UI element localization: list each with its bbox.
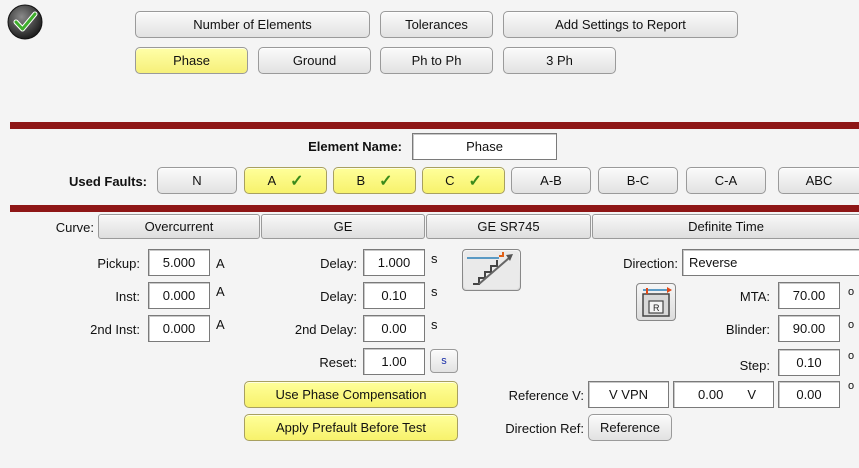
tab-phase[interactable]: Phase xyxy=(135,47,248,74)
second-delay-label: 2nd Delay: xyxy=(294,322,357,337)
inst-label: Inst: xyxy=(115,289,140,304)
fault-button-abc[interactable]: ABC xyxy=(778,167,859,194)
reset-label: Reset: xyxy=(319,355,357,370)
direction-relay-icon[interactable]: R xyxy=(636,283,676,321)
fault-button-c[interactable]: C ✓ xyxy=(422,167,505,194)
tab-3-ph[interactable]: 3 Ph xyxy=(503,47,616,74)
step-field[interactable]: 0.10 xyxy=(778,349,840,376)
reset-unit-button[interactable]: s xyxy=(430,349,458,373)
pickup-field[interactable]: 5.000 xyxy=(148,249,210,276)
fault-button-a[interactable]: A ✓ xyxy=(244,167,327,194)
reference-magnitude-unit: V xyxy=(747,387,756,402)
add-settings-to-report-button[interactable]: Add Settings to Report xyxy=(503,11,738,38)
checkmark-icon: ✓ xyxy=(468,172,482,190)
staircase-curve-icon[interactable] xyxy=(462,249,521,291)
element-name-label: Element Name: xyxy=(308,139,402,154)
inst-field[interactable]: 0.000 xyxy=(148,282,210,309)
direction-select[interactable]: Reverse xyxy=(682,249,859,276)
fault-label: C-A xyxy=(714,173,738,188)
step-label: Step: xyxy=(739,358,770,373)
step-unit-icon: o xyxy=(848,350,855,362)
reference-magnitude-field[interactable]: 0.00 V xyxy=(673,381,774,408)
fault-label: A xyxy=(267,173,277,188)
fault-label: B-C xyxy=(626,173,650,188)
reset-field[interactable]: 1.00 xyxy=(363,348,425,375)
reference-source-field[interactable]: V VPN xyxy=(588,381,669,408)
tolerances-button[interactable]: Tolerances xyxy=(380,11,493,38)
curve-label: Curve: xyxy=(55,220,94,235)
direction-value: Reverse xyxy=(689,255,738,270)
apply-prefault-button[interactable]: Apply Prefault Before Test xyxy=(244,414,458,441)
mta-label: MTA: xyxy=(739,289,770,304)
delay1-field[interactable]: 1.000 xyxy=(363,249,425,276)
fault-label: A-B xyxy=(540,173,562,188)
svg-text:R: R xyxy=(653,303,660,313)
direction-label: Direction: xyxy=(623,256,678,271)
delay1-unit: s xyxy=(431,251,438,266)
second-delay-unit: s xyxy=(431,317,438,332)
fault-button-b-c[interactable]: B-C xyxy=(598,167,678,194)
fault-label: B xyxy=(356,173,366,188)
blinder-field[interactable]: 90.00 xyxy=(778,315,840,342)
inst2-unit: A xyxy=(216,317,225,332)
curve-type-button[interactable]: Overcurrent xyxy=(98,214,260,239)
tab-ground[interactable]: Ground xyxy=(258,47,371,74)
curve-manufacturer-button[interactable]: GE xyxy=(261,214,425,239)
curve-model-button[interactable]: GE SR745 xyxy=(426,214,591,239)
fault-button-b[interactable]: B ✓ xyxy=(333,167,416,194)
number-of-elements-button[interactable]: Number of Elements xyxy=(135,11,370,38)
section-divider xyxy=(10,122,859,129)
reference-v-label: Reference V: xyxy=(508,388,584,403)
blinder-unit-icon: o xyxy=(848,319,855,331)
tab-ph-to-ph[interactable]: Ph to Ph xyxy=(380,47,493,74)
fault-button-c-a[interactable]: C-A xyxy=(686,167,766,194)
inst2-label: 2nd Inst: xyxy=(90,322,140,337)
mta-unit-icon: o xyxy=(848,286,855,298)
inst-unit: A xyxy=(216,284,225,299)
reference-angle-field[interactable]: 0.00 xyxy=(778,381,840,408)
pickup-unit: A xyxy=(216,256,225,271)
reference-angle-unit-icon: o xyxy=(848,380,855,392)
delay2-field[interactable]: 0.10 xyxy=(363,282,425,309)
delay2-unit: s xyxy=(431,284,438,299)
checkmark-icon: ✓ xyxy=(379,172,393,190)
used-faults-label: Used Faults: xyxy=(68,174,147,189)
reference-magnitude-value: 0.00 xyxy=(698,387,724,402)
checkmark-circle-icon xyxy=(7,4,43,40)
fault-label: ABC xyxy=(805,173,833,188)
mta-field[interactable]: 70.00 xyxy=(778,282,840,309)
direction-ref-label: Direction Ref: xyxy=(505,421,584,436)
fault-button-n[interactable]: N xyxy=(157,167,237,194)
use-phase-compensation-button[interactable]: Use Phase Compensation xyxy=(244,381,458,408)
second-delay-field[interactable]: 0.00 xyxy=(363,315,425,342)
delay2-label: Delay: xyxy=(320,289,357,304)
section-divider xyxy=(10,205,859,212)
delay1-label: Delay: xyxy=(320,256,357,271)
blinder-label: Blinder: xyxy=(725,322,770,337)
fault-button-a-b[interactable]: A-B xyxy=(511,167,591,194)
pickup-label: Pickup: xyxy=(97,256,140,271)
fault-label: C xyxy=(445,173,455,188)
curve-characteristic-button[interactable]: Definite Time xyxy=(592,214,859,239)
direction-ref-button[interactable]: Reference xyxy=(588,414,672,441)
checkmark-icon: ✓ xyxy=(290,172,304,190)
fault-label: N xyxy=(192,173,202,188)
element-name-field[interactable]: Phase xyxy=(412,133,557,160)
inst2-field[interactable]: 0.000 xyxy=(148,315,210,342)
